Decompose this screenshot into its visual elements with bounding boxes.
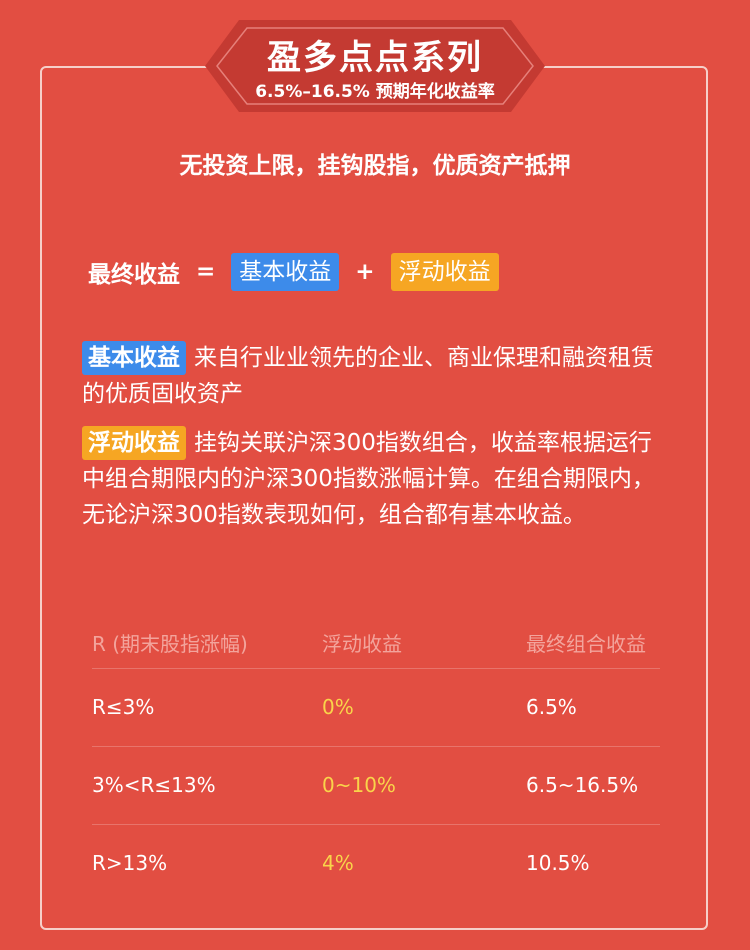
series-badge: 盈多点点系列 6.5%–16.5% 预期年化收益率: [205, 20, 545, 112]
row-r: R>13%: [92, 851, 168, 875]
badge-subtitle: 6.5%–16.5% 预期年化收益率: [255, 82, 495, 102]
header-final: 最终组合收益: [526, 632, 646, 656]
formula-floating-chip: 浮动收益: [390, 253, 499, 291]
formula-base-chip: 基本收益: [231, 253, 340, 291]
yield-table: R (期末股指涨幅) 浮动收益 最终组合收益 R≤3% 0% 6.5% 3%<R…: [92, 620, 660, 902]
row-final: 6.5~16.5%: [526, 773, 639, 797]
table-row: 3%<R≤13% 0~10% 6.5~16.5%: [92, 747, 660, 825]
row-floating: 0%: [322, 695, 354, 719]
base-yield-label: 基本收益: [82, 341, 186, 375]
yield-formula: 最终收益 = 基本收益 + 浮动收益: [88, 252, 499, 292]
formula-plus: +: [355, 259, 375, 285]
floating-yield-label: 浮动收益: [82, 426, 186, 460]
formula-final: 最终收益: [88, 262, 180, 288]
tagline: 无投资上限，挂钩股指，优质资产抵押: [179, 153, 571, 179]
row-floating: 0~10%: [322, 773, 396, 797]
header-r: R (期末股指涨幅): [92, 632, 248, 656]
row-floating: 4%: [322, 851, 354, 875]
row-final: 6.5%: [526, 695, 577, 719]
base-yield-description: 基本收益 来自行业业领先的企业、商业保理和融资租赁的优质固收资产: [82, 340, 672, 412]
row-r: R≤3%: [92, 695, 155, 719]
badge-title: 盈多点点系列: [267, 38, 483, 78]
row-r: 3%<R≤13%: [92, 773, 216, 797]
row-final: 10.5%: [526, 851, 590, 875]
floating-yield-description: 浮动收益 挂钩关联沪深300指数组合，收益率根据运行中组合期限内的沪深300指数涨…: [82, 425, 672, 533]
table-row: R≤3% 0% 6.5%: [92, 669, 660, 747]
table-header: R (期末股指涨幅) 浮动收益 最终组合收益: [92, 620, 660, 669]
header-floating: 浮动收益: [322, 632, 402, 656]
table-row: R>13% 4% 10.5%: [92, 825, 660, 902]
page: 盈多点点系列 6.5%–16.5% 预期年化收益率 无投资上限，挂钩股指，优质资…: [0, 0, 750, 950]
formula-equals: =: [196, 259, 216, 285]
